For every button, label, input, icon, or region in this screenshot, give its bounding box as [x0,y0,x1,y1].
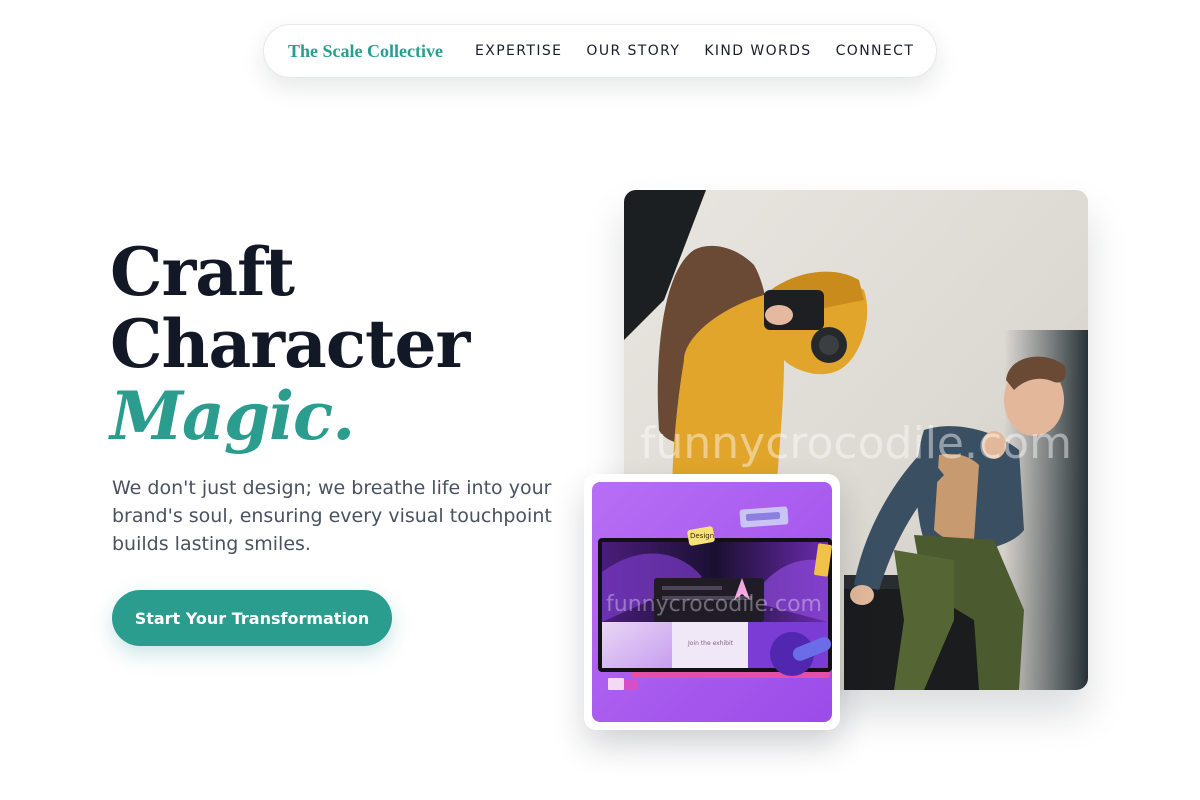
design-mockup-card: Design Join the exhibit funnycrocodile.c… [584,474,840,730]
nav-link-kind-words[interactable]: KIND WORDS [704,43,811,59]
nav-links: EXPERTISE OUR STORY KIND WORDS CONNECT [475,43,938,59]
hero-title-accent: Magic. [110,377,355,455]
start-transformation-button[interactable]: Start Your Transformation [112,590,392,646]
nav-link-connect[interactable]: CONNECT [836,43,915,59]
design-mockup-illustration [592,482,832,722]
nav-link-our-story[interactable]: OUR STORY [586,43,680,59]
nav-link-expertise[interactable]: EXPERTISE [475,43,562,59]
hero-subtitle: We don't just design; we breathe life in… [112,477,552,555]
design-mockup-image: Design Join the exhibit funnycrocodile.c… [592,482,832,722]
top-navbar: The Scale Collective EXPERTISE OUR STORY… [263,24,937,78]
hero-title-line-1: Craft [110,233,295,311]
hero-title: Craft Character Magic. [110,233,470,455]
brand-logo[interactable]: The Scale Collective [288,41,443,62]
hero-title-line-2: Character [110,305,470,383]
